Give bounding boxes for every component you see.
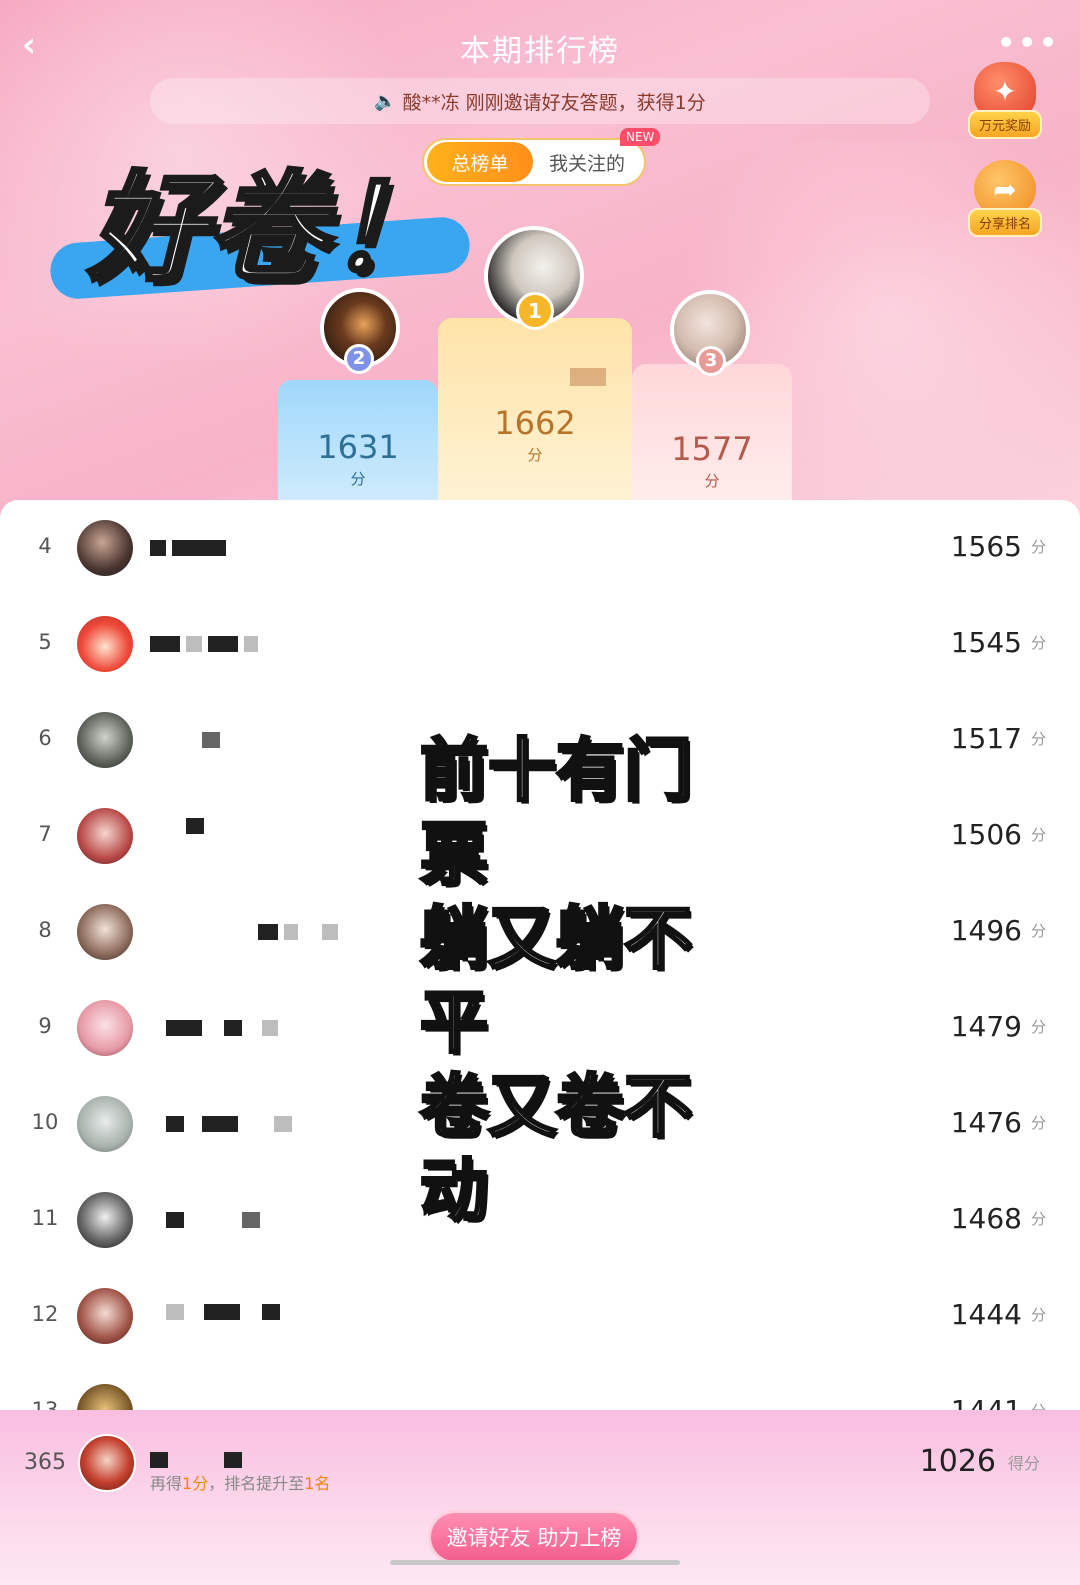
- score-unit: 分: [1030, 826, 1046, 844]
- avatar: [78, 1434, 136, 1492]
- rank-medal-2: 2: [344, 344, 374, 374]
- my-score: 1026: [919, 1444, 996, 1479]
- invite-friends-button[interactable]: 邀请好友 助力上榜: [428, 1510, 640, 1564]
- avatar: [77, 616, 133, 672]
- avatar: [77, 712, 133, 768]
- podium-third[interactable]: 1577 分: [632, 364, 792, 520]
- score: 1506: [950, 818, 1022, 851]
- masked-name: [258, 924, 338, 942]
- rank-number: 12: [31, 1302, 59, 1326]
- speaker-icon: 🔈: [374, 90, 397, 112]
- avatar: [77, 1288, 133, 1344]
- ticker-text: 酸**冻 刚刚邀请好友答题，获得1分: [402, 91, 706, 114]
- podium-first[interactable]: 1662 分: [438, 318, 632, 520]
- avatar: [77, 1192, 133, 1248]
- masked-name: [570, 368, 606, 386]
- rank-number: 7: [38, 822, 52, 846]
- podium-third-score: 1577: [671, 430, 753, 468]
- masked-name: [166, 1212, 260, 1230]
- rank-number: 5: [38, 630, 52, 654]
- score: 1565: [950, 530, 1022, 563]
- score-unit: 分: [1030, 922, 1046, 940]
- reward-badge-label: 万元奖励: [968, 110, 1042, 139]
- big-slogan: 好卷！: [86, 157, 449, 299]
- score-unit: 分: [1030, 730, 1046, 748]
- podium-third-unit: 分: [704, 472, 720, 490]
- back-chevron-icon[interactable]: ‹: [14, 28, 44, 62]
- score-unit: 分: [1030, 1306, 1046, 1324]
- tab-switch: 总榜单 我关注的: [422, 138, 646, 186]
- score: 1468: [950, 1202, 1022, 1235]
- rank-number: 8: [38, 918, 52, 942]
- rank-number: 11: [31, 1206, 59, 1230]
- avatar: [77, 1096, 133, 1152]
- masked-name: [186, 818, 204, 836]
- masked-name: [150, 1452, 242, 1468]
- tab-total-ranking[interactable]: 总榜单: [427, 142, 534, 182]
- masked-name: [150, 636, 258, 654]
- podium-first-unit: 分: [527, 446, 543, 464]
- score: 1517: [950, 722, 1022, 755]
- page-title: 本期排行榜: [460, 34, 620, 69]
- rank-number: 10: [31, 1110, 59, 1134]
- list-item[interactable]: 4 1565 分: [0, 500, 1080, 596]
- score: 1545: [950, 626, 1022, 659]
- rank-medal-1: 1: [516, 292, 554, 330]
- share-rank-badge[interactable]: ➦ 分享排名: [968, 160, 1042, 237]
- rank-number: 4: [38, 534, 52, 558]
- score-unit: 分: [1030, 634, 1046, 652]
- home-indicator: [390, 1560, 680, 1565]
- new-badge: NEW: [620, 128, 661, 146]
- reward-badge[interactable]: ✦ 万元奖励: [968, 62, 1042, 139]
- score: 1479: [950, 1010, 1022, 1043]
- avatar: [77, 808, 133, 864]
- masked-name: [202, 732, 220, 750]
- score: 1444: [950, 1298, 1022, 1331]
- more-dots-icon[interactable]: •••: [997, 26, 1060, 59]
- my-score-unit[interactable]: 得分: [1008, 1450, 1040, 1474]
- podium-second-score: 1631: [317, 428, 399, 466]
- masked-name: [150, 540, 226, 558]
- rank-number: 6: [38, 726, 52, 750]
- rank-up-hint: 再得1分，排名提升至1名: [150, 1474, 331, 1493]
- podium-second[interactable]: 1631 分: [278, 380, 438, 520]
- score: 1496: [950, 914, 1022, 947]
- score-unit: 分: [1030, 1018, 1046, 1036]
- masked-name: [166, 1116, 292, 1134]
- tab-following[interactable]: 我关注的: [533, 142, 641, 182]
- activity-ticker: 🔈 酸**冻 刚刚邀请好友答题，获得1分: [150, 78, 930, 124]
- score-unit: 分: [1030, 1210, 1046, 1228]
- avatar: [77, 1384, 133, 1412]
- masked-name: [166, 1020, 278, 1038]
- overlay-line-2: 躺又躺不平: [419, 899, 694, 1065]
- score-unit: 分: [1030, 538, 1046, 556]
- masked-name: [166, 1304, 280, 1322]
- list-item[interactable]: 12 1444 分: [0, 1268, 1080, 1364]
- avatar: [77, 1000, 133, 1056]
- overlay-line-1: 前十有门票: [419, 731, 694, 897]
- podium-first-score: 1662: [494, 404, 576, 442]
- overlay-caption: 前十有门票 躺又躺不平 卷又卷不动: [419, 730, 720, 1234]
- share-rank-label: 分享排名: [968, 208, 1042, 237]
- avatar: [77, 904, 133, 960]
- podium-second-unit: 分: [350, 470, 366, 488]
- my-rank-number: 365: [24, 1450, 66, 1475]
- score: 1476: [950, 1106, 1022, 1139]
- list-item[interactable]: 5 1545 分: [0, 596, 1080, 692]
- score-unit: 分: [1030, 1114, 1046, 1132]
- list-item[interactable]: 13 1441 分: [0, 1364, 1080, 1412]
- avatar: [77, 520, 133, 576]
- rank-medal-3: 3: [696, 346, 726, 376]
- rank-number: 9: [38, 1014, 52, 1038]
- overlay-line-3: 卷又卷不动: [419, 1067, 694, 1233]
